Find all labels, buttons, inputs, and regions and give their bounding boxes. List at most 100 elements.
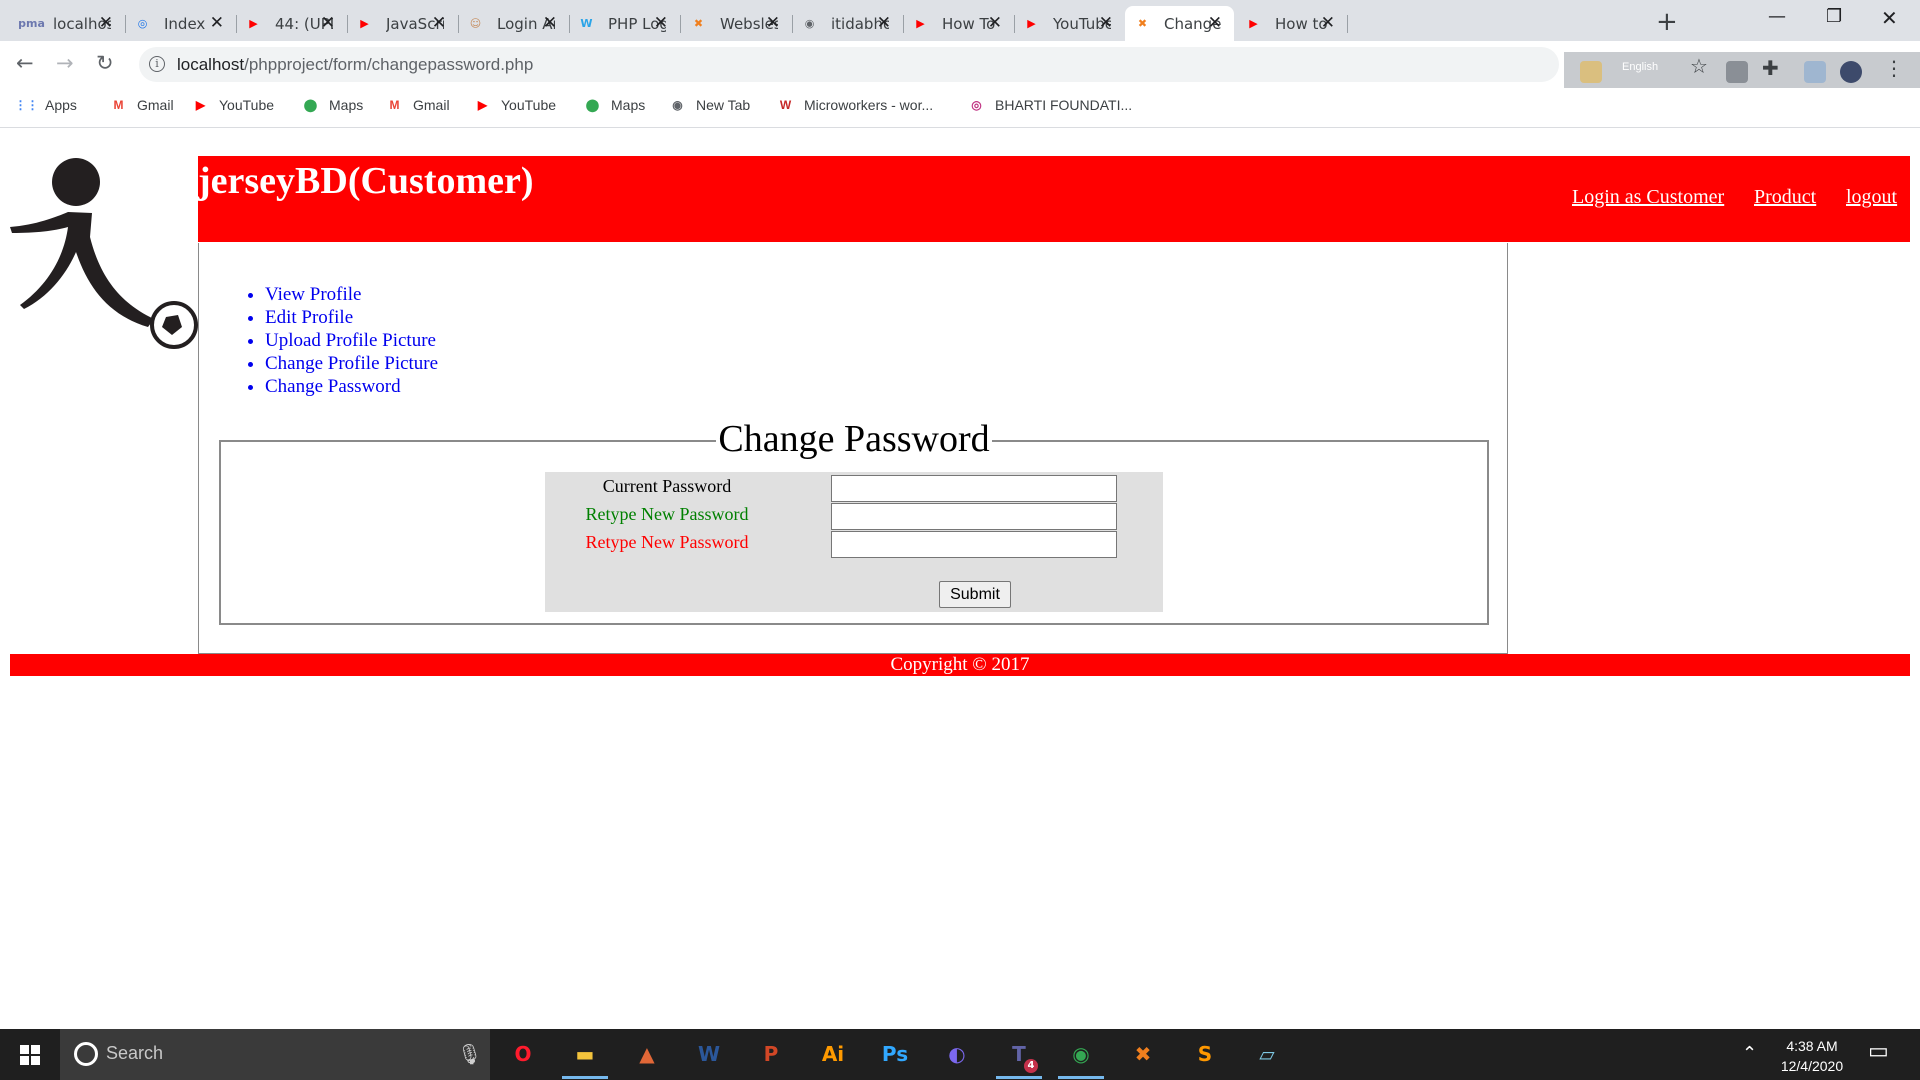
phpmyadmin-icon: pma xyxy=(18,17,45,30)
close-tab-icon[interactable]: ✕ xyxy=(543,13,557,33)
illustrator-icon[interactable]: Ai xyxy=(816,1037,850,1071)
profile-avatar[interactable] xyxy=(1840,61,1862,83)
xampp-icon[interactable]: ✖ xyxy=(1126,1037,1160,1071)
browser-tab[interactable]: ✖ Websles ✕ xyxy=(681,6,793,41)
youtube-icon: ▶ xyxy=(195,97,206,112)
matlab-icon[interactable]: ▲ xyxy=(630,1037,664,1071)
close-tab-icon[interactable]: ✕ xyxy=(877,13,891,33)
logout-link[interactable]: logout xyxy=(1846,186,1897,209)
minimize-button[interactable]: — xyxy=(1768,6,1786,27)
globe-icon: ◉ xyxy=(672,97,683,112)
language-label[interactable]: English xyxy=(1622,61,1658,73)
url-text[interactable]: localhost/phpproject/form/changepassword… xyxy=(177,55,533,75)
maps-pin-icon: ⬤ xyxy=(585,97,600,112)
close-tab-icon[interactable]: ✕ xyxy=(1321,13,1335,33)
chevron-up-icon[interactable]: ⌃ xyxy=(1742,1043,1757,1063)
browser-tab[interactable]: ▶ How to ✕ xyxy=(1236,6,1348,41)
bookmarks-bar: ⋮⋮ Apps M Gmail ▶ YouTube ⬤ Maps M Gmail ▶ YouTube ⬤… xyxy=(0,88,1920,128)
notes-icon[interactable]: ▱ xyxy=(1250,1037,1284,1071)
media-control-icon[interactable] xyxy=(1804,61,1826,83)
windows-taskbar: Search 🎙 ⌃ 4:38 AM 12/4/2020 ▭ O ▬ ▲ W P Ai Ps… xyxy=(0,1029,1920,1080)
microphone-icon[interactable]: 🎙 xyxy=(457,1042,482,1066)
tab-separator xyxy=(1347,15,1348,33)
taskbar-search-box[interactable]: Search 🎙 xyxy=(60,1029,490,1080)
chrome-icon[interactable]: ◉ xyxy=(1058,1037,1104,1079)
close-window-button[interactable]: ✕ xyxy=(1881,6,1898,30)
bookmark-item[interactable]: M Gmail xyxy=(386,96,450,113)
maximize-button[interactable]: ❐ xyxy=(1826,6,1842,27)
bookmark-item[interactable]: ▶ YouTube xyxy=(474,96,556,113)
translate-extension-icon[interactable] xyxy=(1580,61,1602,83)
youtube-icon: ▶ xyxy=(477,97,488,112)
menu-item-change-password: Change Password xyxy=(265,375,438,398)
bookmark-label: Maps xyxy=(611,96,646,113)
close-tab-icon[interactable]: ✕ xyxy=(654,13,668,33)
file-explorer-icon[interactable]: ▬ xyxy=(562,1037,608,1079)
browser-tab[interactable]: pma localhos ✕ xyxy=(14,6,126,41)
close-tab-icon[interactable]: ✕ xyxy=(321,13,335,33)
close-tab-icon[interactable]: ✕ xyxy=(766,13,780,33)
browser-tab[interactable]: ◉ itidabho ✕ xyxy=(792,6,904,41)
browser-tab[interactable]: ▶ JavaScri ✕ xyxy=(347,6,459,41)
gmail-icon: M xyxy=(113,97,124,112)
notifications-icon[interactable]: ▭ xyxy=(1868,1040,1889,1062)
content-area: View Profile Edit Profile Upload Profile… xyxy=(198,243,1508,654)
bookmark-label: Microworkers - wor... xyxy=(804,96,934,113)
bookmark-item[interactable]: ▶ YouTube xyxy=(192,96,274,113)
reload-button[interactable]: ↻ xyxy=(96,51,114,75)
sublime-icon[interactable]: S xyxy=(1188,1037,1222,1071)
eclipse-icon[interactable]: ◐ xyxy=(940,1037,974,1071)
browser-tab[interactable]: ☺ Login Ar ✕ xyxy=(458,6,570,41)
info-icon[interactable]: i xyxy=(149,56,165,72)
submit-button[interactable]: Submit xyxy=(939,581,1011,608)
menu-icon[interactable]: ⋮ xyxy=(1884,56,1904,80)
change-password-link[interactable]: Change Password xyxy=(265,376,401,397)
bookmark-item[interactable]: ⬤ Maps xyxy=(302,96,363,113)
address-bar[interactable]: i localhost/phpproject/form/changepasswo… xyxy=(139,47,1559,82)
login-as-customer-link[interactable]: Login as Customer xyxy=(1572,186,1724,209)
browser-tab[interactable]: ✖ Change ✕ xyxy=(1125,6,1234,41)
close-tab-icon[interactable]: ✕ xyxy=(432,13,446,33)
browser-tab[interactable]: ▶44: (UPD✕ xyxy=(236,6,348,41)
product-link[interactable]: Product xyxy=(1754,186,1816,209)
extension-icon[interactable] xyxy=(1726,61,1748,83)
opera-icon[interactable]: O xyxy=(506,1037,540,1071)
back-button[interactable]: ← xyxy=(16,51,34,75)
browser-tab[interactable]: W PHP Log ✕ xyxy=(569,6,681,41)
taskbar-clock[interactable]: 4:38 AM 12/4/2020 xyxy=(1772,1036,1852,1076)
bookmark-item[interactable]: W Microworkers - wor... xyxy=(777,96,933,113)
retype-password-input[interactable] xyxy=(831,531,1117,558)
close-tab-icon[interactable]: ✕ xyxy=(988,13,1002,33)
view-profile-link[interactable]: View Profile xyxy=(265,284,361,305)
photoshop-icon[interactable]: Ps xyxy=(878,1037,912,1071)
close-tab-icon[interactable]: ✕ xyxy=(1099,13,1113,33)
browser-tab[interactable]: ◎ Index ✕ xyxy=(125,6,237,41)
new-tab-button[interactable]: + xyxy=(1656,7,1678,37)
edit-profile-link[interactable]: Edit Profile xyxy=(265,307,353,328)
new-password-input[interactable] xyxy=(831,503,1117,530)
puzzle-extensions-icon[interactable]: ✚ xyxy=(1762,56,1779,80)
bookmark-item[interactable]: ⋮⋮ Apps xyxy=(15,96,77,113)
close-tab-icon[interactable]: ✕ xyxy=(1208,13,1222,33)
gmail-icon: M xyxy=(389,97,400,112)
change-profile-picture-link[interactable]: Change Profile Picture xyxy=(265,353,438,374)
windows-start-button[interactable] xyxy=(20,1045,40,1065)
browser-tab[interactable]: ▶ YouTube ✕ xyxy=(1014,6,1126,41)
browser-tab[interactable]: ▶ How To ✕ xyxy=(903,6,1015,41)
bookmark-star-icon[interactable]: ☆ xyxy=(1690,54,1708,78)
powerpoint-icon[interactable]: P xyxy=(754,1037,788,1071)
word-icon[interactable]: W xyxy=(692,1037,726,1071)
football-player-logo xyxy=(10,158,198,349)
instagram-icon: ◎ xyxy=(971,97,982,112)
bookmark-item[interactable]: ◎ BHARTI FOUNDATI... xyxy=(968,96,1132,113)
close-tab-icon[interactable]: ✕ xyxy=(210,13,224,33)
bookmark-item[interactable]: ⬤ Maps xyxy=(584,96,645,113)
upload-profile-picture-link[interactable]: Upload Profile Picture xyxy=(265,330,436,351)
teams-icon[interactable]: T4 xyxy=(996,1037,1042,1079)
current-password-input[interactable] xyxy=(831,475,1117,502)
clock-time: 4:38 AM xyxy=(1786,1038,1838,1054)
forward-button[interactable]: → xyxy=(56,51,74,75)
close-tab-icon[interactable]: ✕ xyxy=(99,13,113,33)
bookmark-item[interactable]: ◉ New Tab xyxy=(669,96,750,113)
bookmark-item[interactable]: M Gmail xyxy=(110,96,174,113)
